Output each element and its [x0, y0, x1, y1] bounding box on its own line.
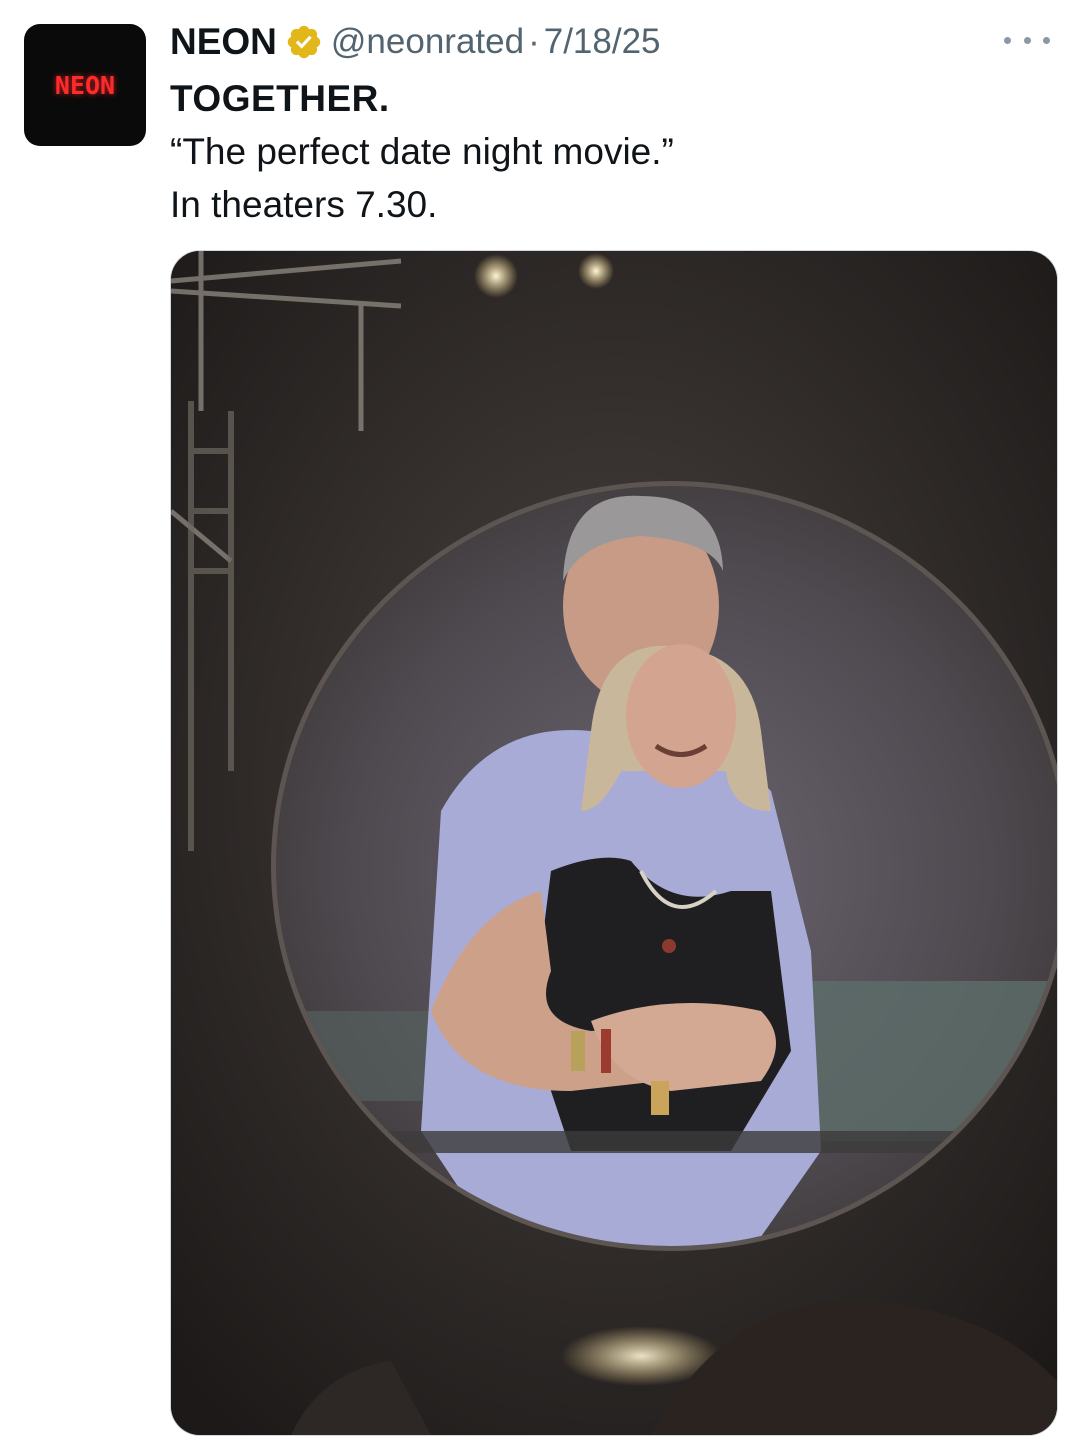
- separator-dot: ·: [528, 22, 540, 61]
- verified-badge-icon: [285, 23, 323, 61]
- tweet-line-release: In theaters 7.30.: [170, 184, 438, 225]
- tweet[interactable]: NEON NEON @neonrated · 7/18/25 TOGETHER.…: [0, 0, 1080, 1447]
- tweet-text: TOGETHER. “The perfect date night movie.…: [170, 72, 1050, 231]
- tweet-date[interactable]: 7/18/25: [544, 22, 661, 62]
- tweet-header: NEON @neonrated · 7/18/25: [170, 14, 661, 70]
- tweet-line-title: TOGETHER.: [170, 78, 390, 119]
- more-options-icon[interactable]: [1004, 30, 1050, 50]
- neon-logo: NEON: [54, 70, 116, 100]
- tweet-photo[interactable]: [170, 250, 1058, 1436]
- tweet-line-quote: “The perfect date night movie.”: [170, 131, 674, 172]
- avatar[interactable]: NEON: [24, 24, 146, 146]
- author-handle[interactable]: @neonrated: [331, 22, 524, 62]
- author-name[interactable]: NEON: [170, 21, 277, 63]
